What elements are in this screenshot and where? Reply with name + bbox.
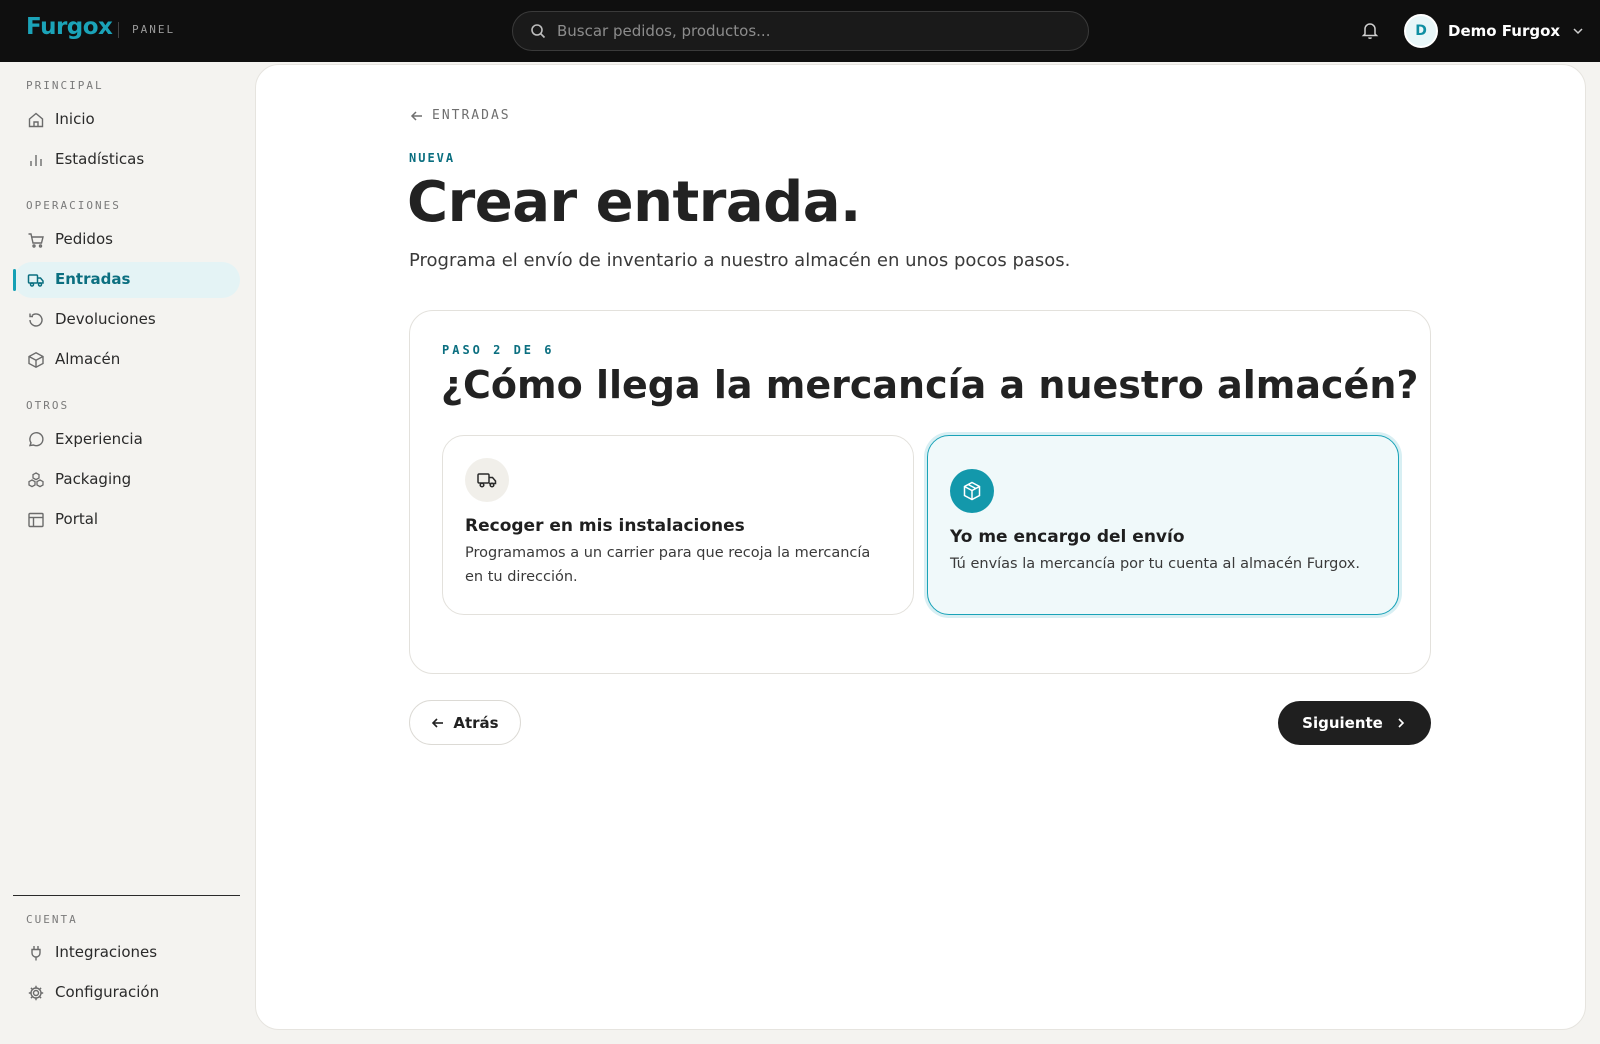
step-title: ¿Cómo llega la mercancía a nuestro almac… bbox=[441, 363, 1419, 407]
section-cuenta: CUENTA bbox=[26, 913, 78, 926]
sidebar-item-label: Entradas bbox=[55, 270, 131, 288]
logo-tag: PANEL bbox=[132, 23, 176, 36]
page-eyebrow: NUEVA bbox=[409, 151, 456, 165]
return-icon bbox=[29, 313, 43, 327]
arrow-left-icon bbox=[432, 717, 444, 728]
packages-icon bbox=[28, 472, 44, 488]
option-self-ship[interactable]: Yo me encargo del envío Tú envías la mer… bbox=[927, 435, 1399, 615]
gear-icon bbox=[28, 985, 44, 1001]
user-name[interactable]: Demo Furgox bbox=[1448, 22, 1560, 40]
sidebar-item-label: Almacén bbox=[55, 350, 121, 368]
sidebar-divider bbox=[13, 895, 240, 896]
truck-icon bbox=[27, 274, 44, 287]
sidebar-item-label: Devoluciones bbox=[55, 310, 156, 328]
bell-icon[interactable] bbox=[1360, 20, 1380, 40]
search-icon bbox=[531, 24, 546, 39]
logo[interactable]: Furgox bbox=[26, 14, 113, 40]
breadcrumb[interactable]: ENTRADAS bbox=[432, 108, 511, 123]
section-otros: OTROS bbox=[26, 399, 70, 412]
home-icon bbox=[28, 112, 44, 128]
search-bar[interactable] bbox=[512, 11, 1089, 51]
box-icon bbox=[28, 352, 44, 368]
sidebar-item-almacen[interactable]: Almacén bbox=[14, 342, 240, 378]
search-input[interactable] bbox=[557, 20, 1057, 42]
sidebar-item-label: Inicio bbox=[55, 110, 95, 128]
back-to-entradas-link[interactable]: ENTRADAS bbox=[410, 108, 511, 123]
sidebar-item-portal[interactable]: Portal bbox=[14, 502, 240, 538]
page-subtitle: Programa el envío de inventario a nuestr… bbox=[409, 250, 1071, 271]
option-description: Programamos a un carrier para que recoja… bbox=[465, 545, 871, 585]
option-title: Yo me encargo del envío bbox=[950, 527, 1185, 547]
user-menu[interactable]: D Demo Furgox bbox=[1404, 13, 1584, 49]
option-icon-wrap bbox=[950, 469, 994, 513]
layout-icon bbox=[28, 512, 44, 528]
section-principal: PRINCIPAL bbox=[26, 79, 104, 92]
next-button[interactable]: Siguiente bbox=[1278, 701, 1431, 745]
option-icon-wrap bbox=[465, 458, 509, 502]
back-button[interactable]: Atrás bbox=[409, 700, 521, 745]
sidebar-item-configuracion[interactable]: Configuración bbox=[14, 975, 240, 1011]
avatar[interactable]: D bbox=[1404, 14, 1438, 48]
sidebar-item-label: Configuración bbox=[55, 983, 160, 1001]
top-bar: Furgox PANEL D Demo Furgox bbox=[0, 0, 1600, 62]
option-title: Recoger en mis instalaciones bbox=[465, 516, 745, 536]
sidebar-item-label: Integraciones bbox=[55, 943, 158, 961]
page-title: Crear entrada. bbox=[407, 170, 861, 235]
arrow-left-icon bbox=[410, 110, 422, 121]
chevron-down-icon[interactable] bbox=[1572, 25, 1584, 37]
bar-chart-icon bbox=[30, 155, 42, 166]
next-button-label: Siguiente bbox=[1302, 714, 1383, 732]
chat-icon bbox=[28, 432, 44, 447]
package-icon bbox=[963, 481, 981, 501]
sidebar-item-experiencia[interactable]: Experiencia bbox=[14, 422, 240, 458]
sidebar-item-entradas[interactable]: Entradas bbox=[13, 262, 240, 298]
sidebar-item-label: Experiencia bbox=[55, 430, 143, 448]
sidebar-item-label: Packaging bbox=[55, 470, 132, 488]
section-operaciones: OPERACIONES bbox=[26, 199, 121, 212]
back-button-label: Atrás bbox=[453, 713, 499, 732]
sidebar-item-devoluciones[interactable]: Devoluciones bbox=[14, 302, 240, 338]
sidebar-item-inicio[interactable]: Inicio bbox=[14, 102, 240, 138]
sidebar-item-packaging[interactable]: Packaging bbox=[14, 462, 240, 498]
sidebar-item-pedidos[interactable]: Pedidos bbox=[14, 222, 240, 258]
logo-divider bbox=[118, 22, 119, 38]
sidebar-item-integraciones[interactable]: Integraciones bbox=[14, 935, 240, 971]
sidebar-item-label: Estadísticas bbox=[55, 150, 145, 168]
sidebar: PRINCIPAL Inicio Estadísticas OPERACIONE… bbox=[0, 62, 254, 1044]
step-indicator: PASO 2 DE 6 bbox=[442, 343, 555, 357]
sidebar-item-label: Portal bbox=[55, 510, 99, 528]
sidebar-item-label: Pedidos bbox=[55, 230, 113, 248]
plug-icon bbox=[31, 946, 41, 961]
option-description: Tú envías la mercancía por tu cuenta al … bbox=[950, 556, 1360, 572]
truck-icon bbox=[477, 473, 497, 488]
active-indicator bbox=[13, 269, 16, 291]
chevron-right-icon bbox=[1398, 718, 1404, 728]
step-card: PASO 2 DE 6 ¿Cómo llega la mercancía a n… bbox=[409, 310, 1431, 674]
cart-icon bbox=[28, 233, 44, 248]
option-pickup[interactable]: Recoger en mis instalaciones Programamos… bbox=[442, 435, 914, 615]
sidebar-item-estadisticas[interactable]: Estadísticas bbox=[14, 142, 240, 178]
